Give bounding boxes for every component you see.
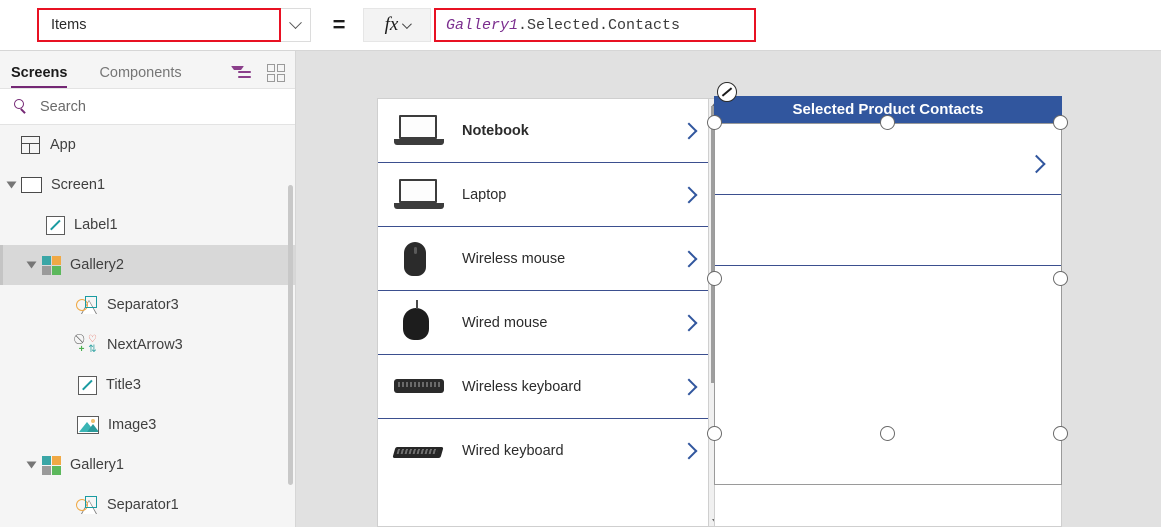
- tree-item-gallery1[interactable]: Gallery1: [0, 445, 295, 485]
- tree-item-label: Gallery2: [70, 257, 124, 273]
- formula-rest: .Selected.Contacts: [518, 16, 681, 34]
- tree-item-label: Image3: [108, 417, 157, 433]
- handle-middle-right[interactable]: [1053, 271, 1068, 286]
- tree-item-image3[interactable]: Image3: [0, 405, 295, 445]
- fx-button[interactable]: fx: [363, 8, 431, 42]
- pencil-edit-icon[interactable]: [717, 82, 737, 102]
- gallery1-item-title: Laptop: [462, 186, 507, 203]
- tree-scrollbar[interactable]: [288, 185, 293, 485]
- tree-item-label1[interactable]: Label1: [0, 205, 295, 245]
- formula-bar: Items = fx Gallery1 .Selected.Contacts: [0, 0, 1161, 51]
- wired-keyboard-thumbnail: [392, 431, 446, 471]
- fx-label: fx: [384, 14, 399, 35]
- image-icon: [77, 416, 99, 434]
- gallery1-item[interactable]: Laptop: [378, 163, 711, 227]
- chevron-right-icon[interactable]: [1027, 154, 1046, 174]
- handle-bottom-left[interactable]: [707, 426, 722, 441]
- label-icon: [46, 215, 65, 235]
- tab-screens[interactable]: Screens: [11, 65, 68, 88]
- gallery1-item-title: Wired keyboard: [462, 443, 564, 459]
- handle-bottom-center[interactable]: [880, 426, 895, 441]
- tree-item-label: NextArrow3: [107, 337, 183, 353]
- gallery1-item-title: Wireless keyboard: [462, 378, 582, 395]
- gallery2-item[interactable]: [715, 266, 1061, 337]
- chevron-down-icon: [402, 18, 413, 29]
- tree-item-label: Screen1: [51, 177, 106, 193]
- label-icon: [78, 375, 97, 395]
- tree-item-label: Title3: [106, 377, 141, 393]
- gallery-icon: [42, 455, 61, 475]
- panel-tabs: Screens Components: [0, 51, 295, 88]
- wireless-keyboard-thumbnail: [392, 367, 446, 407]
- handle-top-left[interactable]: [707, 115, 722, 130]
- search-icon: [14, 98, 30, 115]
- search-box[interactable]: [0, 88, 295, 125]
- icons-icon: ⃠♡ +⇅: [78, 334, 97, 355]
- property-selector[interactable]: Items: [37, 8, 311, 42]
- laptop-thumbnail: [392, 111, 446, 151]
- screen-body-area: [714, 485, 1062, 527]
- property-dropdown-button[interactable]: [281, 8, 311, 42]
- gallery1-item-title: Wireless mouse: [462, 250, 566, 267]
- chevron-right-icon[interactable]: [680, 122, 698, 139]
- handle-top-center[interactable]: [880, 115, 895, 130]
- gallery1-control[interactable]: Notebook Laptop Wireless mouse Wired mou…: [377, 98, 712, 527]
- tree-item-nextarrow3[interactable]: ⃠♡ +⇅ NextArrow3: [0, 325, 295, 365]
- tree-view-icon[interactable]: [231, 65, 251, 81]
- chevron-right-icon[interactable]: [680, 186, 698, 203]
- expander-arrow-icon[interactable]: [6, 181, 17, 189]
- chevron-down-icon: [289, 15, 302, 29]
- thumbnail-view-icon[interactable]: [267, 64, 285, 82]
- gallery-icon: [42, 255, 61, 275]
- chevron-right-icon[interactable]: [680, 314, 698, 331]
- chevron-right-icon[interactable]: [680, 378, 698, 395]
- expander-arrow-icon[interactable]: [26, 261, 37, 269]
- equals-sign: =: [332, 12, 346, 37]
- tree-item-label: Separator1: [107, 497, 179, 513]
- tree-item-label: Separator3: [107, 297, 179, 313]
- wired-mouse-thumbnail: [392, 299, 446, 343]
- formula-identifier: Gallery1: [446, 16, 519, 34]
- tree-item-label: Label1: [74, 217, 118, 233]
- power-apps-studio: Items = fx Gallery1 .Selected.Contacts Sc…: [0, 0, 1161, 527]
- formula-input[interactable]: Gallery1 .Selected.Contacts: [434, 8, 756, 42]
- screen-icon: [21, 177, 42, 193]
- tree-item-app[interactable]: App: [0, 125, 295, 165]
- chevron-right-icon[interactable]: [680, 250, 698, 267]
- view-toggle-group: [231, 64, 285, 82]
- separator-icon: [76, 495, 98, 515]
- gallery2-item[interactable]: [715, 124, 1061, 195]
- tree-item-separator3[interactable]: Separator3: [0, 285, 295, 325]
- tree-item-separator1[interactable]: Separator1: [0, 485, 295, 525]
- laptop-thumbnail: [392, 175, 446, 215]
- gallery1-item[interactable]: Notebook: [378, 99, 711, 163]
- gallery2-item[interactable]: [715, 195, 1061, 266]
- screens-tree: App Screen1 Label1 Gallery2 Separator3 ♡…: [0, 125, 295, 525]
- gallery1-item-title: Notebook: [462, 122, 529, 139]
- property-selector-value[interactable]: Items: [37, 8, 281, 42]
- tree-item-title3[interactable]: Title3: [0, 365, 295, 405]
- tree-item-label: App: [50, 137, 76, 153]
- handle-top-right[interactable]: [1053, 115, 1068, 130]
- tree-item-gallery2[interactable]: Gallery2: [0, 245, 295, 285]
- chevron-right-icon[interactable]: [680, 442, 698, 460]
- separator-icon: [76, 295, 98, 315]
- gallery1-item[interactable]: Wireless keyboard: [378, 355, 711, 419]
- search-input[interactable]: [40, 98, 240, 115]
- wireless-mouse-thumbnail: [392, 239, 446, 279]
- expander-arrow-icon[interactable]: [26, 461, 37, 469]
- gallery1-item[interactable]: Wired keyboard: [378, 419, 711, 483]
- gallery1-item-title: Wired mouse: [462, 314, 548, 331]
- handle-middle-left[interactable]: [707, 271, 722, 286]
- tab-components[interactable]: Components: [99, 65, 181, 88]
- handle-bottom-right[interactable]: [1053, 426, 1068, 441]
- app-canvas: Notebook Laptop Wireless mouse Wired mou…: [296, 51, 1161, 527]
- tree-item-label: Gallery1: [70, 457, 124, 473]
- tree-item-screen1[interactable]: Screen1: [0, 165, 295, 205]
- gallery1-item[interactable]: Wired mouse: [378, 291, 711, 355]
- app-icon: [21, 136, 41, 154]
- gallery1-item[interactable]: Wireless mouse: [378, 227, 711, 291]
- left-tree-panel: Screens Components Search App Screen1 La…: [0, 51, 296, 527]
